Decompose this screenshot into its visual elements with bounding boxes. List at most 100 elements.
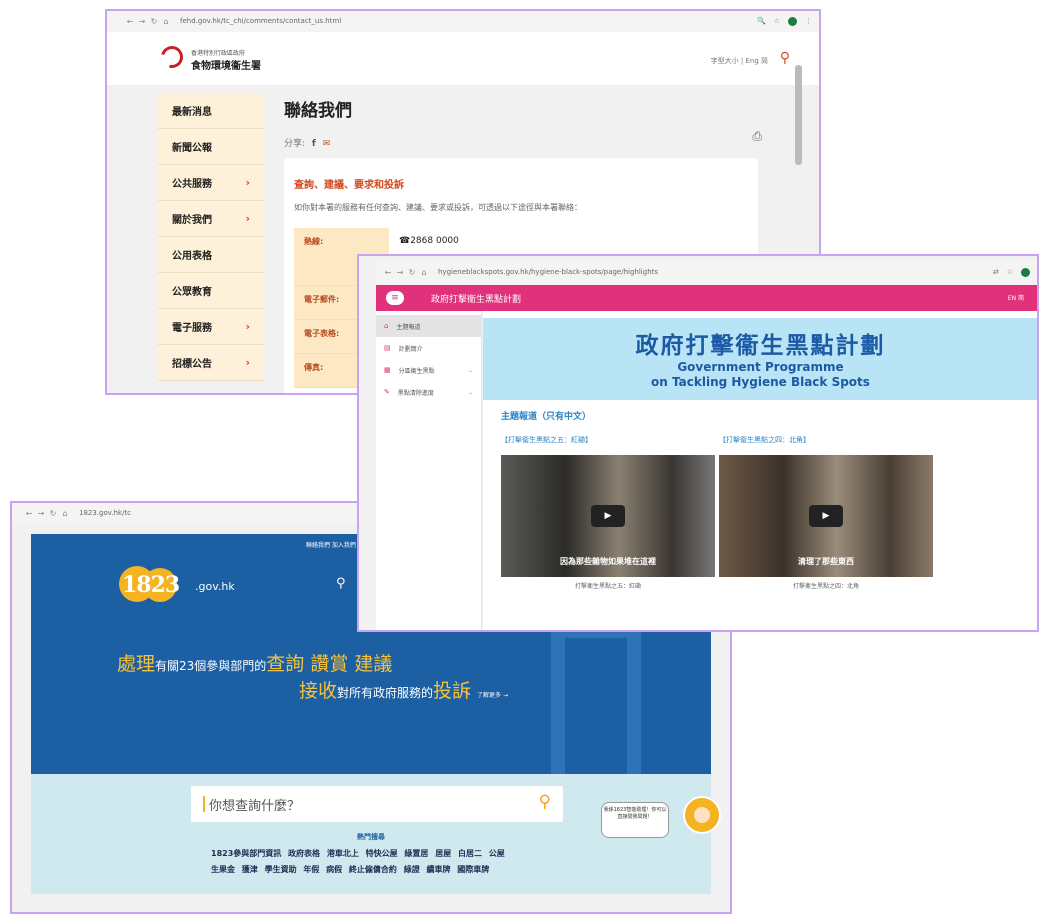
headline-line1: 處理有關23個參與部門的查詢 讚賞 建議 [117, 649, 392, 676]
forward-icon[interactable]: → [394, 268, 406, 277]
play-icon[interactable]: ▶ [591, 505, 625, 527]
search-placeholder: 你想查詢什麼？ [209, 799, 301, 814]
video-title[interactable]: 【打擊衞生黑點之五：紅磡】 [501, 435, 592, 445]
avatar-face [694, 807, 710, 823]
fehd-url[interactable]: fehd.gov.hk/tc_chi/comments/contact_us.h… [180, 17, 341, 25]
sidebar-item-services[interactable]: 公共服務 › [158, 165, 264, 201]
reload-icon[interactable]: ↻ [148, 17, 160, 26]
sidebar-item-intro[interactable]: ▤ 計劃簡介 [376, 337, 481, 359]
fehd-browser-bar: ← → ↻ ⌂ fehd.gov.hk/tc_chi/comments/cont… [106, 10, 820, 32]
home-icon[interactable]: ⌂ [59, 509, 71, 518]
hot-search-links[interactable]: 生果金 獲津 學生資助 年假 病假 終止僱傭合約 綠證 續車牌 國際車牌 [211, 864, 489, 875]
hot-search-title: 熱門搜尋 [357, 833, 385, 841]
font-lang-tools[interactable]: 字型大小 | Eng 简 [711, 56, 768, 66]
card-title: 查詢、建議、要求和投訴 [294, 180, 404, 191]
search-section: 你想查詢什麼？ ⚲ 熱門搜尋 1823參與部門資訊 政府表格 港車北上 特快公屋… [31, 774, 721, 894]
search-icon[interactable]: ⚲ [539, 792, 551, 812]
mail-icon[interactable]: ✉ [323, 139, 331, 149]
banner-title-en: on Tackling Hygiene Black Spots [651, 375, 870, 389]
search-icon[interactable]: ⚲ [336, 576, 346, 591]
top-links[interactable]: 聯絡我們 加入我們 [306, 540, 356, 549]
headline2-mid: 對所有政府服務的 [337, 686, 434, 700]
back-icon[interactable]: ← [124, 17, 136, 26]
home-icon: ⌂ [384, 322, 389, 330]
hygiene-sidebar: ⌂ 主題報道 ▤ 計劃簡介 ▦ 分區衞生黑點 ⌄ ✎ 黑點清除進度 ⌄ [376, 311, 482, 631]
building-illustration [551, 624, 641, 774]
cursor-bar [203, 796, 205, 812]
forward-icon[interactable]: → [35, 509, 47, 518]
map-icon: ▦ [384, 366, 391, 374]
menu-icon[interactable]: ⋮ [805, 17, 812, 25]
org-name-dept: 食物環境衞生署 [191, 61, 261, 72]
print-icon[interactable]: ⎙ [752, 129, 762, 144]
chevron-right-icon: › [245, 212, 250, 225]
back-icon[interactable]: ← [382, 268, 394, 277]
headline1-mid: 有關23個參與部門的 [155, 659, 267, 673]
profile-icon[interactable] [788, 16, 797, 26]
headline1-big: 查詢 讚賞 建議 [266, 653, 393, 675]
headline1-prefix: 處理 [117, 653, 156, 675]
org-name-gov: 香港特別行政區政府 [191, 50, 246, 57]
zoom-icon[interactable]: 🔍 [757, 17, 766, 25]
site1823-url[interactable]: 1823.gov.hk/tc [79, 509, 131, 517]
section-title: 主題報道（只有中文） [501, 412, 592, 422]
search-icon[interactable]: ⚲ [780, 50, 790, 66]
sidebar-item-news[interactable]: 最新消息 [158, 93, 264, 129]
video-title[interactable]: 【打擊衞生黑點之四：北角】 [719, 435, 810, 445]
hygiene-topbar: ≡ 政府打擊衞生黑點計劃 EN 简 [376, 285, 1038, 311]
reload-icon[interactable]: ↻ [47, 509, 59, 518]
fehd-sidebar: 最新消息 新聞公報 公共服務 › 關於我們 › 公用表格 公眾教育 電子服務 › 招標… [158, 93, 264, 381]
hot-search-links[interactable]: 1823參與部門資訊 政府表格 港車北上 特快公屋 綠置居 居屋 白居二 公屋 [211, 848, 505, 859]
banner-title-zh: 政府打擊衞生黑點計劃 [635, 333, 886, 359]
search-input[interactable]: 你想查詢什麼？ ⚲ [191, 786, 563, 822]
sidebar-item-progress[interactable]: ✎ 黑點清除進度 ⌄ [376, 381, 481, 403]
document-icon: ▤ [384, 344, 391, 352]
share-label: 分享: [284, 139, 306, 149]
hygiene-url[interactable]: hygieneblackspots.gov.hk/hygiene-black-s… [438, 268, 658, 276]
site1823-logo[interactable]: 1823 [119, 566, 185, 604]
chevron-right-icon: › [245, 356, 250, 369]
chatbot-bubble[interactable]: 我係1823智能助理！你可以直接問我問題！ [601, 802, 669, 838]
language-switch[interactable]: EN 简 [1008, 293, 1024, 302]
sidebar-item-districts[interactable]: ▦ 分區衞生黑點 ⌄ [376, 359, 481, 381]
sidebar-item-tender[interactable]: 招標公告 › [158, 345, 264, 381]
hygiene-main: 政府打擊衞生黑點計劃 Government Programme on Tackl… [483, 311, 1038, 631]
hygiene-window: ← → ↻ ⌂ hygieneblackspots.gov.hk/hygiene… [358, 255, 1038, 631]
video-caption: 清理了那些東西 [798, 557, 854, 566]
video-thumbnail[interactable]: ▶ 因為那些雜物如果堆在這裡 [501, 455, 715, 577]
translate-icon[interactable]: ⇄ [993, 268, 999, 276]
facebook-icon[interactable]: f [312, 139, 316, 149]
page-title: 聯絡我們 [284, 101, 352, 121]
sidebar-item-forms[interactable]: 公用表格 [158, 237, 264, 273]
site-title: 政府打擊衞生黑點計劃 [431, 295, 522, 305]
sidebar-item-eservices[interactable]: 電子服務 › [158, 309, 264, 345]
home-icon[interactable]: ⌂ [160, 17, 172, 26]
video-subtitle: 打擊衞生黑點之四：北角 [792, 583, 859, 590]
banner-title-en: Government Programme [677, 360, 844, 374]
logo-text: 1823 [122, 572, 180, 598]
sidebar-item-about[interactable]: 關於我們 › [158, 201, 264, 237]
reload-icon[interactable]: ↻ [406, 268, 418, 277]
play-icon[interactable]: ▶ [809, 505, 843, 527]
fehd-logo[interactable] [156, 41, 188, 73]
sidebar-item-highlights[interactable]: ⌂ 主題報道 [376, 315, 481, 337]
home-icon[interactable]: ⌂ [418, 268, 430, 277]
chevron-right-icon: › [245, 176, 250, 189]
sidebar-item-education[interactable]: 公眾教育 [158, 273, 264, 309]
video-thumbnail[interactable]: ▶ 清理了那些東西 [719, 455, 933, 577]
forward-icon[interactable]: → [136, 17, 148, 26]
video-caption: 因為那些雜物如果堆在這裡 [560, 557, 656, 566]
scrollbar[interactable] [795, 65, 802, 165]
chevron-right-icon: › [245, 320, 250, 333]
chevron-down-icon: ⌄ [467, 388, 473, 396]
programme-banner: 政府打擊衞生黑點計劃 Government Programme on Tackl… [483, 318, 1038, 400]
chatbot-avatar-icon[interactable] [683, 796, 721, 834]
star-icon[interactable]: ☆ [1007, 268, 1013, 276]
hamburger-menu-icon[interactable]: ≡ [386, 291, 404, 305]
sidebar-item-press[interactable]: 新聞公報 [158, 129, 264, 165]
learn-more-link[interactable]: 了解更多 → [477, 692, 508, 699]
card-description: 如你對本署的服務有任何查詢、建議、要求或投訴，可透過以下途徑與本署聯絡： [294, 203, 582, 212]
back-icon[interactable]: ← [23, 509, 35, 518]
profile-icon[interactable] [1021, 267, 1030, 277]
star-icon[interactable]: ☆ [774, 17, 780, 25]
